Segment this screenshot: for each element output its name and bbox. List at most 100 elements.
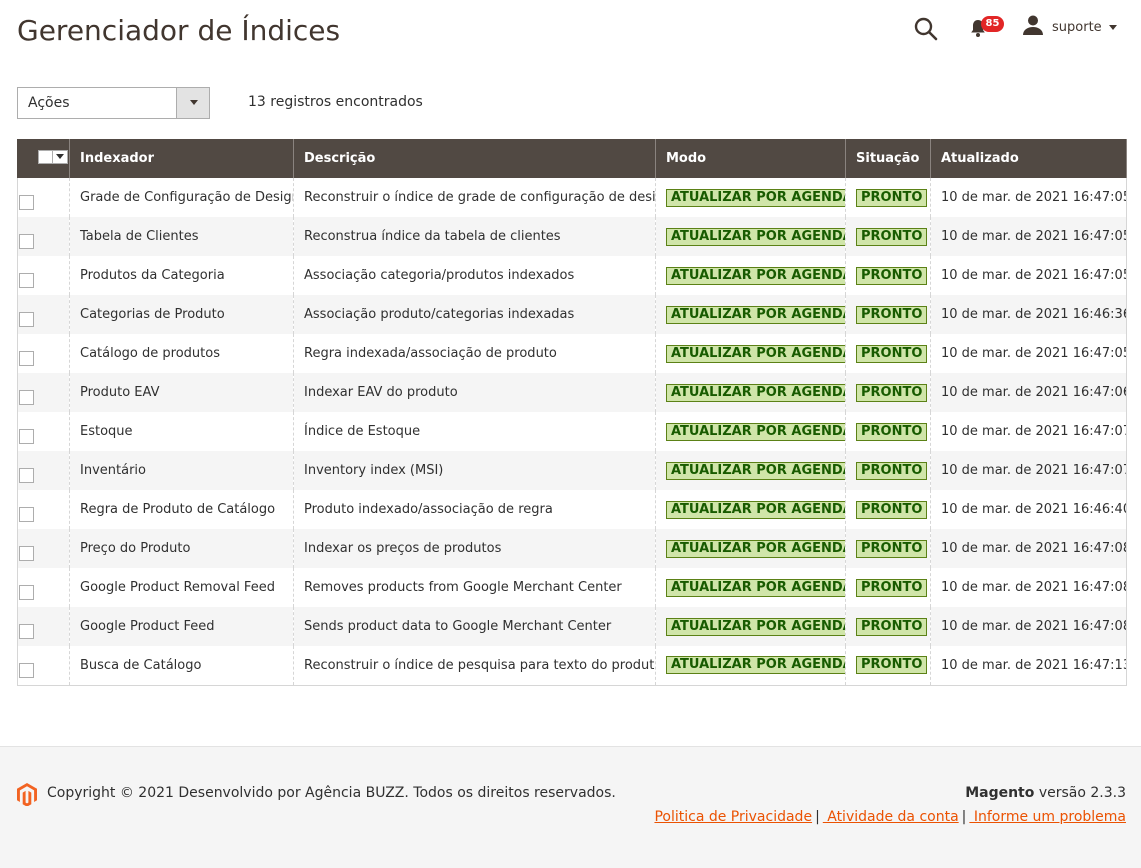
indexer-cell: Preço do Produto bbox=[69, 529, 294, 568]
mode-cell: ATUALIZAR POR AGENDA bbox=[655, 646, 846, 686]
mass-actions-label: Ações bbox=[28, 95, 70, 111]
table-row[interactable]: Estoque Índice de Estoque ATUALIZAR POR AG… bbox=[17, 412, 1127, 451]
table-row[interactable]: Preço do Produto Indexar os preços de pro… bbox=[17, 529, 1127, 568]
row-checkbox[interactable] bbox=[19, 195, 34, 210]
footer-links: Politica de Privacidade | Atividade da co… bbox=[654, 809, 1126, 825]
status-cell: PRONTO bbox=[845, 607, 931, 646]
indexer-cell: Google Product Removal Feed bbox=[69, 568, 294, 607]
table-row[interactable]: Regra de Produto de Catálogo Produto inde… bbox=[17, 490, 1127, 529]
page-footer: Copyright © 2021 Desenvolvido por Agênci… bbox=[0, 746, 1141, 868]
table-row[interactable]: Produto EAV Indexar EAV do produto ATUALIZ… bbox=[17, 373, 1127, 412]
status-cell: PRONTO bbox=[845, 529, 931, 568]
column-header-mode[interactable]: Modo bbox=[655, 139, 846, 178]
brand-name: Magento bbox=[965, 785, 1035, 801]
description-cell: Reconstruir o índice de grade de configu… bbox=[293, 178, 656, 217]
mode-badge: ATUALIZAR POR AGENDA bbox=[666, 305, 845, 324]
updated-cell: 10 de mar. de 2021 16:47:05 bbox=[930, 334, 1127, 373]
updated-cell: 10 de mar. de 2021 16:47:08 bbox=[930, 529, 1127, 568]
privacy-policy-link[interactable]: Politica de Privacidade bbox=[654, 809, 812, 825]
description-cell: Inventory index (MSI) bbox=[293, 451, 656, 490]
user-icon bbox=[1022, 14, 1044, 40]
indexer-cell: Estoque bbox=[69, 412, 294, 451]
status-badge: PRONTO bbox=[856, 656, 928, 675]
notification-count-badge[interactable]: 85 bbox=[981, 16, 1004, 32]
row-checkbox[interactable] bbox=[19, 312, 34, 327]
table-row[interactable]: Tabela de Clientes Reconstrua índice da t… bbox=[17, 217, 1127, 256]
link-separator: | bbox=[815, 809, 820, 825]
column-header-status[interactable]: Situação bbox=[845, 139, 931, 178]
mass-actions-select[interactable]: Ações bbox=[17, 87, 210, 119]
indexer-cell: Busca de Catálogo bbox=[69, 646, 294, 686]
mode-cell: ATUALIZAR POR AGENDA bbox=[655, 334, 846, 373]
row-checkbox[interactable] bbox=[19, 507, 34, 522]
mode-cell: ATUALIZAR POR AGENDA bbox=[655, 412, 846, 451]
description-cell: Indexar EAV do produto bbox=[293, 373, 656, 412]
version-text: versão 2.3.3 bbox=[1038, 785, 1126, 801]
mode-cell: ATUALIZAR POR AGENDA bbox=[655, 607, 846, 646]
records-count: 13 registros encontrados bbox=[248, 94, 423, 110]
mode-badge: ATUALIZAR POR AGENDA bbox=[666, 227, 845, 246]
mode-cell: ATUALIZAR POR AGENDA bbox=[655, 490, 846, 529]
row-checkbox[interactable] bbox=[19, 546, 34, 561]
user-account-menu[interactable]: suporte bbox=[1022, 14, 1117, 40]
column-header-indexer[interactable]: Indexador bbox=[69, 139, 294, 178]
mode-badge: ATUALIZAR POR AGENDA bbox=[666, 539, 845, 558]
status-cell: PRONTO bbox=[845, 412, 931, 451]
table-row[interactable]: Busca de Catálogo Reconstruir o índice de… bbox=[17, 646, 1127, 686]
mode-badge: ATUALIZAR POR AGENDA bbox=[666, 266, 845, 285]
status-badge: PRONTO bbox=[856, 383, 928, 402]
indexer-cell: Categorias de Produto bbox=[69, 295, 294, 334]
row-checkbox[interactable] bbox=[19, 273, 34, 288]
row-select-cell bbox=[17, 178, 70, 217]
report-issue-link[interactable]: Informe um problema bbox=[969, 809, 1126, 825]
status-cell: PRONTO bbox=[845, 217, 931, 256]
description-cell: Produto indexado/associação de regra bbox=[293, 490, 656, 529]
row-checkbox[interactable] bbox=[19, 429, 34, 444]
row-checkbox[interactable] bbox=[19, 585, 34, 600]
link-separator: | bbox=[961, 809, 967, 825]
row-checkbox[interactable] bbox=[19, 234, 34, 249]
username-label: suporte bbox=[1052, 19, 1102, 35]
table-row[interactable]: Grade de Configuração de Design Reconstru… bbox=[17, 178, 1127, 217]
row-select-cell bbox=[17, 256, 70, 295]
row-select-cell bbox=[17, 295, 70, 334]
table-row[interactable]: Catálogo de produtos Regra indexada/assoc… bbox=[17, 334, 1127, 373]
row-checkbox[interactable] bbox=[19, 662, 34, 678]
search-icon[interactable] bbox=[913, 16, 939, 42]
table-row[interactable]: Categorias de Produto Associação produto/… bbox=[17, 295, 1127, 334]
status-badge: PRONTO bbox=[856, 227, 928, 246]
updated-cell: 10 de mar. de 2021 16:47:06 bbox=[930, 373, 1127, 412]
description-cell: Índice de Estoque bbox=[293, 412, 656, 451]
row-checkbox[interactable] bbox=[19, 390, 34, 405]
mode-badge: ATUALIZAR POR AGENDA bbox=[666, 578, 845, 597]
column-header-updated[interactable]: Atualizado bbox=[930, 139, 1127, 178]
updated-cell: 10 de mar. de 2021 16:47:07 bbox=[930, 412, 1127, 451]
description-cell: Reconstruir o índice de pesquisa para te… bbox=[293, 646, 656, 686]
select-all-checkbox[interactable] bbox=[39, 151, 53, 163]
updated-cell: 10 de mar. de 2021 16:47:08 bbox=[930, 568, 1127, 607]
mode-badge: ATUALIZAR POR AGENDA bbox=[666, 656, 845, 675]
table-row[interactable]: Inventário Inventory index (MSI) ATUALIZAR… bbox=[17, 451, 1127, 490]
description-cell: Associação categoria/produtos indexados bbox=[293, 256, 656, 295]
mode-badge: ATUALIZAR POR AGENDA bbox=[666, 500, 845, 519]
table-row[interactable]: Google Product Feed Sends product data to… bbox=[17, 607, 1127, 646]
table-row[interactable]: Produtos da Categoria Associação categori… bbox=[17, 256, 1127, 295]
row-checkbox[interactable] bbox=[19, 624, 34, 639]
mode-cell: ATUALIZAR POR AGENDA bbox=[655, 529, 846, 568]
mass-select-dropdown[interactable] bbox=[38, 150, 68, 164]
description-cell: Associação produto/categorias indexadas bbox=[293, 295, 656, 334]
row-checkbox[interactable] bbox=[19, 468, 34, 483]
row-select-cell bbox=[17, 607, 70, 646]
status-badge: PRONTO bbox=[856, 617, 928, 636]
status-cell: PRONTO bbox=[845, 373, 931, 412]
dropdown-arrow-icon bbox=[176, 88, 209, 118]
chevron-down-icon[interactable] bbox=[53, 151, 67, 163]
table-row[interactable]: Google Product Removal Feed Removes produ… bbox=[17, 568, 1127, 607]
column-header-description[interactable]: Descrição bbox=[293, 139, 656, 178]
status-cell: PRONTO bbox=[845, 295, 931, 334]
account-activity-link[interactable]: Atividade da conta bbox=[823, 809, 958, 825]
row-select-cell bbox=[17, 568, 70, 607]
status-badge: PRONTO bbox=[856, 500, 928, 519]
row-checkbox[interactable] bbox=[19, 351, 34, 366]
status-cell: PRONTO bbox=[845, 451, 931, 490]
